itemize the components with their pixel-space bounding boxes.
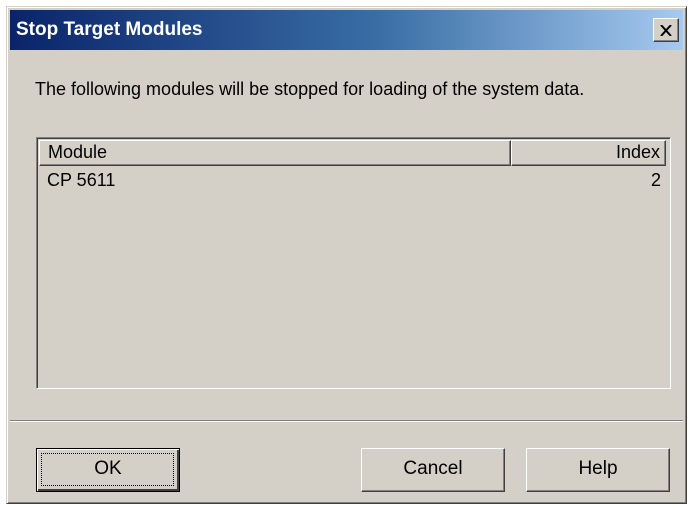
help-button-label: Help xyxy=(578,458,618,479)
ok-button[interactable]: OK xyxy=(36,448,180,492)
column-header-index[interactable]: Index xyxy=(511,140,666,166)
separator-line xyxy=(10,420,683,422)
stop-target-modules-dialog: Stop Target Modules The following module… xyxy=(6,6,687,504)
close-button[interactable] xyxy=(653,18,679,42)
cancel-button[interactable]: Cancel xyxy=(361,448,505,492)
index-cell: 2 xyxy=(650,170,661,190)
list-header: Module Index xyxy=(39,140,668,166)
dialog-title: Stop Target Modules xyxy=(16,19,203,40)
title-bar[interactable]: Stop Target Modules xyxy=(10,10,683,50)
help-button[interactable]: Help xyxy=(526,448,670,492)
module-cell: CP 5611 xyxy=(47,170,116,190)
column-header-module[interactable]: Module xyxy=(39,140,511,166)
list-item[interactable]: CP 5611 2 xyxy=(39,168,668,192)
focus-rectangle xyxy=(41,453,174,486)
dialog-message: The following modules will be stopped fo… xyxy=(35,79,585,99)
modules-list[interactable]: Module Index CP 5611 2 xyxy=(36,137,671,389)
cancel-button-label: Cancel xyxy=(403,458,463,479)
close-x-icon xyxy=(660,24,672,36)
